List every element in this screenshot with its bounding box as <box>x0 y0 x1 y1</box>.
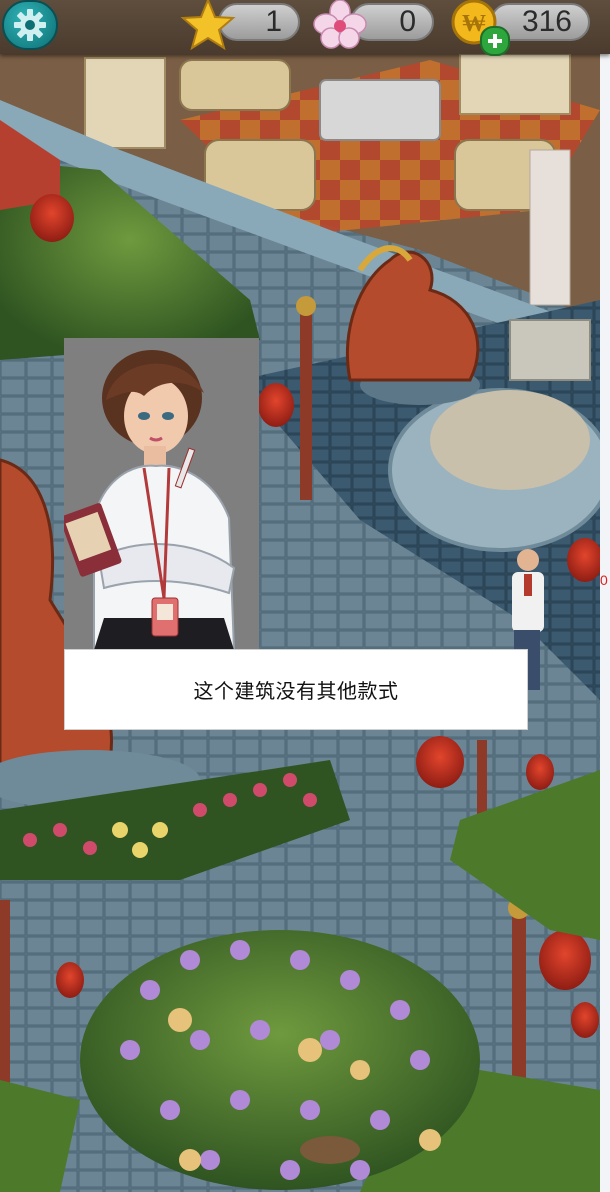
add-coins-button[interactable] <box>480 26 510 56</box>
plus-icon <box>488 34 502 48</box>
star-icon <box>180 0 236 50</box>
right-edge-strip <box>600 54 610 1192</box>
message-dialog[interactable]: 这个建筑没有其他款式 <box>64 649 528 730</box>
assistant-portrait-illustration <box>64 350 236 650</box>
dialog-message: 这个建筑没有其他款式 <box>193 679 399 703</box>
stars-count: 1 <box>265 5 282 38</box>
flower-icon <box>313 0 367 49</box>
character-portrait <box>64 338 259 650</box>
coins-count: 316 <box>521 5 572 38</box>
gear-icon <box>14 9 46 41</box>
settings-button[interactable] <box>2 0 58 50</box>
flowers-count: 0 <box>399 5 416 38</box>
edge-marker: 0 <box>600 572 608 588</box>
top-resource-bar: 1 0 316 ₩ <box>0 0 610 56</box>
